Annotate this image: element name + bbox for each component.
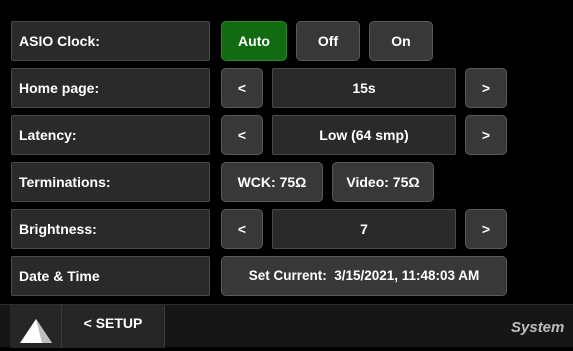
terminations-row: Terminations: WCK: 75Ω Video: 75Ω	[0, 160, 573, 207]
section-title: System	[511, 319, 565, 336]
brightness-row: Brightness: < 7 >	[0, 207, 573, 254]
home-page-next-button[interactable]: >	[465, 68, 507, 108]
terminations-label: Terminations:	[11, 162, 210, 202]
home-page-prev-button[interactable]: <	[221, 68, 263, 108]
home-logo-button[interactable]	[10, 305, 62, 348]
date-time-row: Date & Time Set Current: 3/15/2021, 11:4…	[0, 254, 573, 301]
date-time-label: Date & Time	[11, 256, 210, 296]
home-page-value: 15s	[272, 68, 456, 108]
asio-clock-auto-button[interactable]: Auto	[221, 21, 287, 61]
latency-prev-button[interactable]: <	[221, 115, 263, 155]
latency-next-button[interactable]: >	[465, 115, 507, 155]
latency-label: Latency:	[11, 115, 210, 155]
triangle-logo-icon	[20, 319, 52, 343]
asio-clock-off-button[interactable]: Off	[296, 21, 360, 61]
latency-row: Latency: < Low (64 smp) >	[0, 113, 573, 160]
brightness-prev-button[interactable]: <	[221, 209, 263, 249]
brightness-value: 7	[272, 209, 456, 249]
wck-termination-button[interactable]: WCK: 75Ω	[221, 162, 323, 202]
latency-value: Low (64 smp)	[272, 115, 456, 155]
video-termination-button[interactable]: Video: 75Ω	[332, 162, 434, 202]
setup-back-button[interactable]: < SETUP	[62, 305, 165, 348]
home-page-row: Home page: < 15s >	[0, 66, 573, 113]
asio-clock-on-button[interactable]: On	[369, 21, 433, 61]
brightness-label: Brightness:	[11, 209, 210, 249]
brightness-next-button[interactable]: >	[465, 209, 507, 249]
home-page-label: Home page:	[11, 68, 210, 108]
bottom-bar: < SETUP System	[0, 304, 573, 348]
asio-clock-label: ASIO Clock:	[11, 21, 210, 61]
set-current-datetime-button[interactable]: Set Current: 3/15/2021, 11:48:03 AM	[221, 256, 507, 296]
asio-clock-row: ASIO Clock: Auto Off On	[0, 19, 573, 66]
